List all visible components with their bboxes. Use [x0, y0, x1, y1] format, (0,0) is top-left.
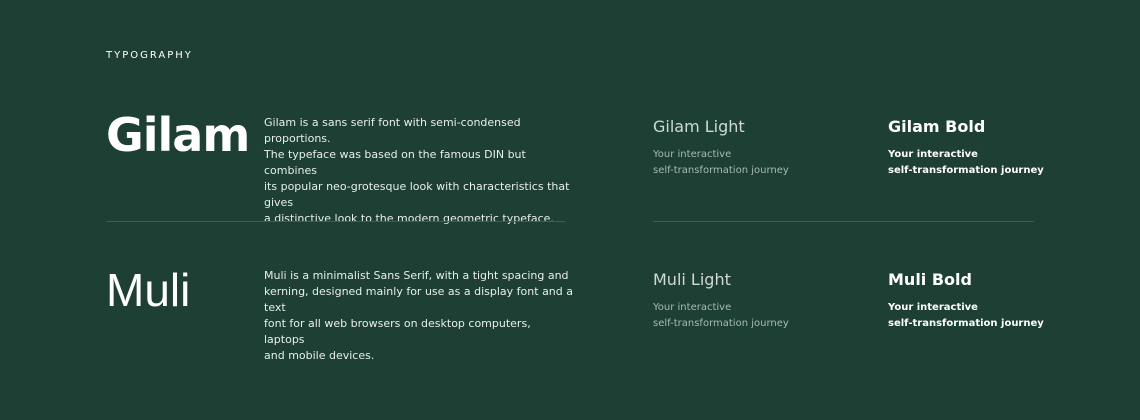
gilam-bold-title: Gilam Bold: [888, 117, 986, 136]
section-title: TYPOGRAPHY: [106, 50, 193, 61]
sample-line: Your interactive: [888, 302, 978, 313]
sample-line: Your interactive: [653, 149, 732, 160]
muli-bold-sample: Your interactive self-transformation jou…: [888, 300, 1044, 332]
font-name-muli: Muli: [106, 264, 191, 316]
description-line: a distinctive look to the modern geometr…: [264, 212, 554, 225]
sample-line: self-transformation journey: [653, 318, 789, 329]
sample-line: self-transformation journey: [888, 318, 1044, 329]
divider-right: [653, 221, 1034, 222]
gilam-light-sample: Your interactive self-transformation jou…: [653, 147, 789, 179]
description-line: Gilam is a sans serif font with semi-con…: [264, 116, 521, 145]
muli-light-sample: Your interactive self-transformation jou…: [653, 300, 789, 332]
muli-light-title: Muli Light: [653, 270, 731, 289]
font-name-gilam: Gilam: [106, 108, 250, 162]
sample-line: Your interactive: [888, 149, 978, 160]
sample-line: Your interactive: [653, 302, 732, 313]
description-line: and mobile devices.: [264, 349, 375, 362]
description-line: its popular neo-grotesque look with char…: [264, 180, 570, 209]
description-line: Muli is a minimalist Sans Serif, with a …: [264, 269, 569, 282]
description-line: The typeface was based on the famous DIN…: [264, 148, 526, 177]
gilam-light-title: Gilam Light: [653, 117, 745, 136]
font-description-gilam: Gilam is a sans serif font with semi-con…: [264, 115, 574, 227]
description-line: kerning, designed mainly for use as a di…: [264, 285, 573, 314]
sample-line: self-transformation journey: [653, 165, 789, 176]
description-line: font for all web browsers on desktop com…: [264, 317, 531, 346]
gilam-bold-sample: Your interactive self-transformation jou…: [888, 147, 1044, 179]
muli-bold-title: Muli Bold: [888, 270, 972, 289]
font-description-muli: Muli is a minimalist Sans Serif, with a …: [264, 268, 574, 364]
sample-line: self-transformation journey: [888, 165, 1044, 176]
divider-left: [106, 221, 565, 222]
